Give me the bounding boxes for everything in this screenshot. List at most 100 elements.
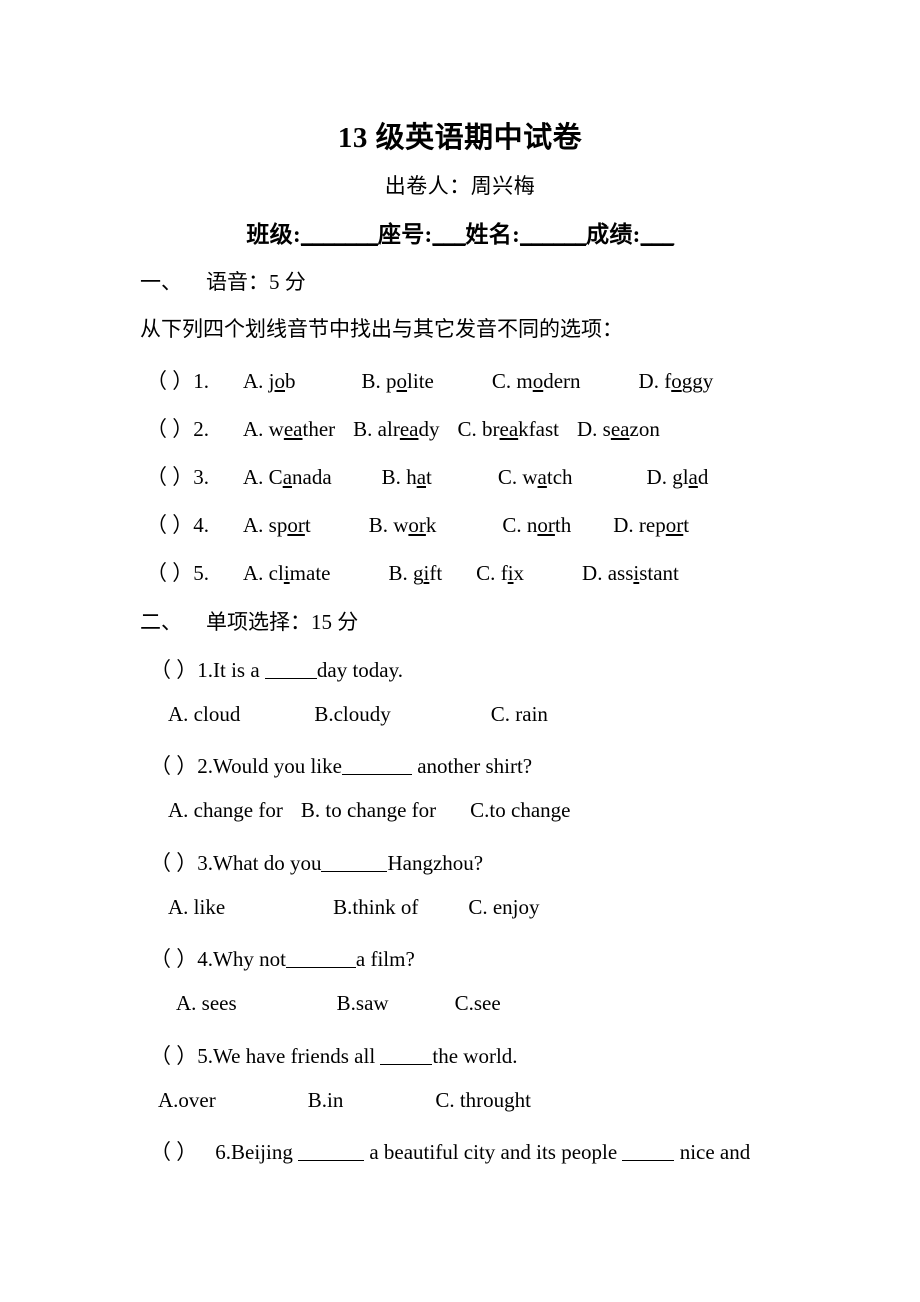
option-a[interactable]: A. change for [168,798,283,822]
section-two-number: 二、 [140,610,182,634]
question-stem-tail: Hangzhou? [387,851,484,875]
option-b[interactable]: B. gift [388,561,442,585]
option-c[interactable]: C.to change [470,798,570,822]
option-a[interactable]: A. weather [243,417,335,441]
question-stem-part1: Beijing [231,1140,299,1164]
option-a[interactable]: A. sees [176,991,237,1015]
option-b[interactable]: B. polite [362,369,434,393]
option-b[interactable]: B.saw [337,991,389,1015]
choice-options-4: A. sees B.saw C.see [176,991,501,1016]
option-a[interactable]: A.over [158,1088,216,1112]
name-blank[interactable]: ______ [520,222,587,247]
option-c[interactable]: C. modern [492,369,581,393]
score-label: 成绩: [586,222,641,247]
option-c[interactable]: C. watch [498,465,573,489]
fill-blank-1[interactable] [298,1145,365,1161]
choice-options-3: A. like B.think of C. enjoy [168,895,540,920]
option-b[interactable]: B. hat [382,465,432,489]
answer-bracket[interactable]: （ ） [150,1044,197,1068]
fill-blank[interactable] [264,663,317,679]
question-number: 5. [197,1044,213,1068]
section-one-instruction: 从下列四个划线音节中找出与其它发音不同的选项： [140,317,623,341]
fill-blank[interactable] [285,952,356,968]
option-d[interactable]: D. seazon [577,417,660,441]
question-stem: It is a [213,658,265,682]
choice-options-5: A.over B.in C. throught [158,1088,531,1113]
fill-blank[interactable] [380,1049,433,1065]
option-d[interactable]: D. foggy [639,369,714,393]
choice-question-6: （ ） 6.Beijing a beautiful city and its pe… [150,1136,790,1166]
answer-bracket[interactable]: （ ） [150,658,197,682]
question-number: 2. [193,417,209,441]
question-stem-tail: a film? [355,947,415,971]
fill-blank[interactable] [341,759,412,775]
option-c[interactable]: C.see [455,991,501,1015]
question-number: 1. [197,658,213,682]
option-b[interactable]: B. work [369,513,437,537]
answer-bracket[interactable]: （ ） [146,369,193,393]
choice-question-4: （ ）4.Why not a film? [150,943,415,973]
seat-blank[interactable]: ___ [433,222,467,247]
option-a[interactable]: A. Canada [243,465,332,489]
answer-bracket[interactable]: （ ） [146,417,193,441]
section-one-number: 一、 [140,270,182,294]
section-heading-one: 一、 语音：5 分 [140,266,306,296]
fill-blank[interactable] [321,856,388,872]
question-stem-tail: another shirt? [411,754,533,778]
option-c[interactable]: C. breakfast [457,417,559,441]
question-stem-tail: day today. [316,658,404,682]
option-c[interactable]: C. rain [491,702,548,726]
option-a[interactable]: A. climate [243,561,330,585]
answer-bracket[interactable]: （ ） [150,947,197,971]
question-stem-part3: nice and [674,1140,751,1164]
option-d[interactable]: D. report [613,513,689,537]
option-a[interactable]: A. job [243,369,296,393]
seat-label: 座号: [377,222,433,247]
class-blank[interactable]: _______ [301,222,379,247]
question-number: 2. [197,754,213,778]
question-stem-part2: a beautiful city and its people [364,1140,623,1164]
section-two-title: 单项选择：15 分 [206,610,359,634]
option-a[interactable]: A. like [168,895,225,919]
answer-bracket[interactable]: （ ） [146,513,193,537]
answer-bracket[interactable]: （ ） [146,561,193,585]
option-b[interactable]: B.cloudy [314,702,390,726]
option-b[interactable]: B. to change for [301,798,436,822]
section-one-title: 语音：5 分 [206,270,306,294]
phonetics-question-1: （ ）1. A. job B. polite C. modern D. foggy [146,365,713,395]
answer-bracket[interactable]: （ ） [146,465,193,489]
exam-paper-page: 13 级英语期中试卷 出卷人：周兴梅 班级:_______座号:___姓名:__… [0,0,920,1302]
option-b[interactable]: B.in [308,1088,344,1112]
question-number: 5. [193,561,209,585]
phonetics-question-3: （ ）3. A. Canada B. hat C. watch D. glad [146,461,708,491]
question-number: 3. [193,465,209,489]
question-stem: What do you [213,851,322,875]
answer-bracket[interactable]: （ ） [150,1140,197,1164]
option-b[interactable]: B. already [353,417,439,441]
question-number: 4. [193,513,209,537]
score-blank[interactable]: ___ [641,222,675,247]
question-number: 6. [215,1140,231,1164]
answer-bracket[interactable]: （ ） [150,851,197,875]
phonetics-question-2: （ ）2. A. weather B. already C. breakfast D. … [146,413,660,443]
option-d[interactable]: D. assistant [582,561,679,585]
question-stem: We have friends all [213,1044,381,1068]
fill-blank-2[interactable] [622,1145,675,1161]
choice-question-2: （ ）2.Would you like another shirt? [150,750,532,780]
option-a[interactable]: A. sport [243,513,311,537]
student-info-line: 班级:_______座号:___姓名:______成绩:___ [0,215,920,249]
option-c[interactable]: C. north [502,513,571,537]
question-number: 1. [193,369,209,393]
option-d[interactable]: D. glad [647,465,709,489]
question-stem: Why not [213,947,286,971]
option-c[interactable]: C. throught [435,1088,531,1112]
answer-bracket[interactable]: （ ） [150,754,197,778]
option-a[interactable]: A. cloud [168,702,240,726]
phonetics-question-4: （ ）4. A. sport B. work C. north D. report [146,509,689,539]
question-stem: Would you like [213,754,342,778]
option-c[interactable]: C. fix [476,561,524,585]
option-b[interactable]: B.think of [333,895,418,919]
question-stem-tail: the world. [432,1044,518,1068]
option-c[interactable]: C. enjoy [468,895,539,919]
author-line: 出卷人：周兴梅 [384,174,536,198]
